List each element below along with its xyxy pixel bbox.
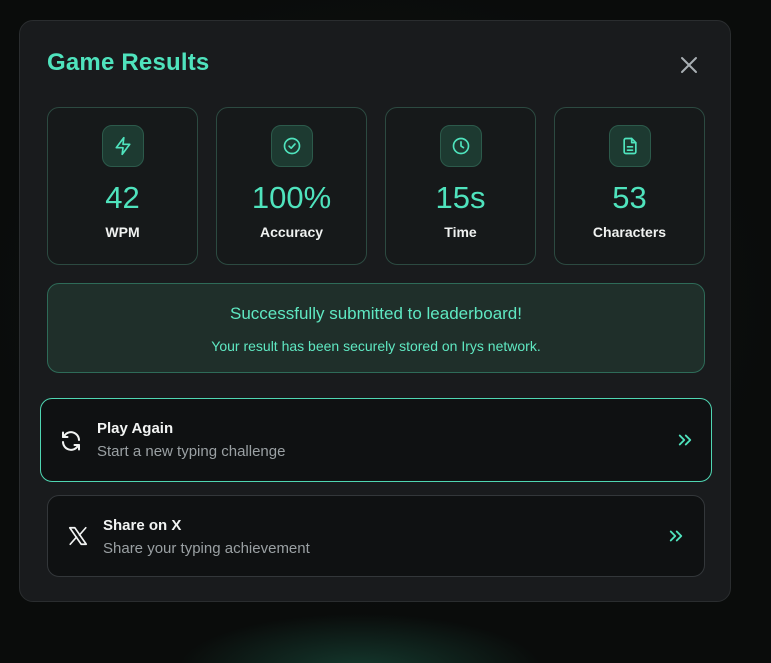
stat-card-time: 15s Time [385,107,536,265]
chevron-double-right-icon [675,430,695,450]
submission-status-box: Successfully submitted to leaderboard! Y… [47,283,705,373]
submission-subtitle: Your result has been securely stored on … [211,338,541,354]
x-logo-icon [65,523,91,549]
share-on-x-button[interactable]: Share on X Share your typing achievement [47,495,705,577]
play-again-button[interactable]: Play Again Start a new typing challenge [40,398,712,482]
document-icon [609,125,651,167]
stat-value-accuracy: 100% [251,180,332,215]
refresh-icon [58,428,84,454]
close-button[interactable] [676,52,702,78]
share-subtitle: Share your typing achievement [103,540,310,557]
stat-label-wpm: WPM [105,224,140,240]
stat-label-characters: Characters [592,224,667,240]
stat-value-characters: 53 [612,180,647,215]
stat-card-accuracy: 100% Accuracy [216,107,367,265]
chevron-double-right-icon [666,526,686,546]
game-results-modal: Game Results 42 WPM 100% Accuracy 15s Ti… [19,20,731,602]
stat-card-characters: 53 Characters [554,107,705,265]
play-again-title: Play Again [97,420,174,437]
stat-value-time: 15s [435,180,486,215]
stat-label-accuracy: Accuracy [259,224,324,240]
close-icon [681,57,697,73]
check-circle-icon [271,125,313,167]
stat-card-wpm: 42 WPM [47,107,198,265]
clock-icon [440,125,482,167]
stat-label-time: Time [444,224,477,240]
stat-value-wpm: 42 [105,180,140,215]
play-again-subtitle: Start a new typing challenge [97,443,286,460]
share-title: Share on X [103,517,182,534]
modal-title: Game Results [47,49,210,76]
lightning-icon [102,125,144,167]
submission-title: Successfully submitted to leaderboard! [230,304,522,323]
